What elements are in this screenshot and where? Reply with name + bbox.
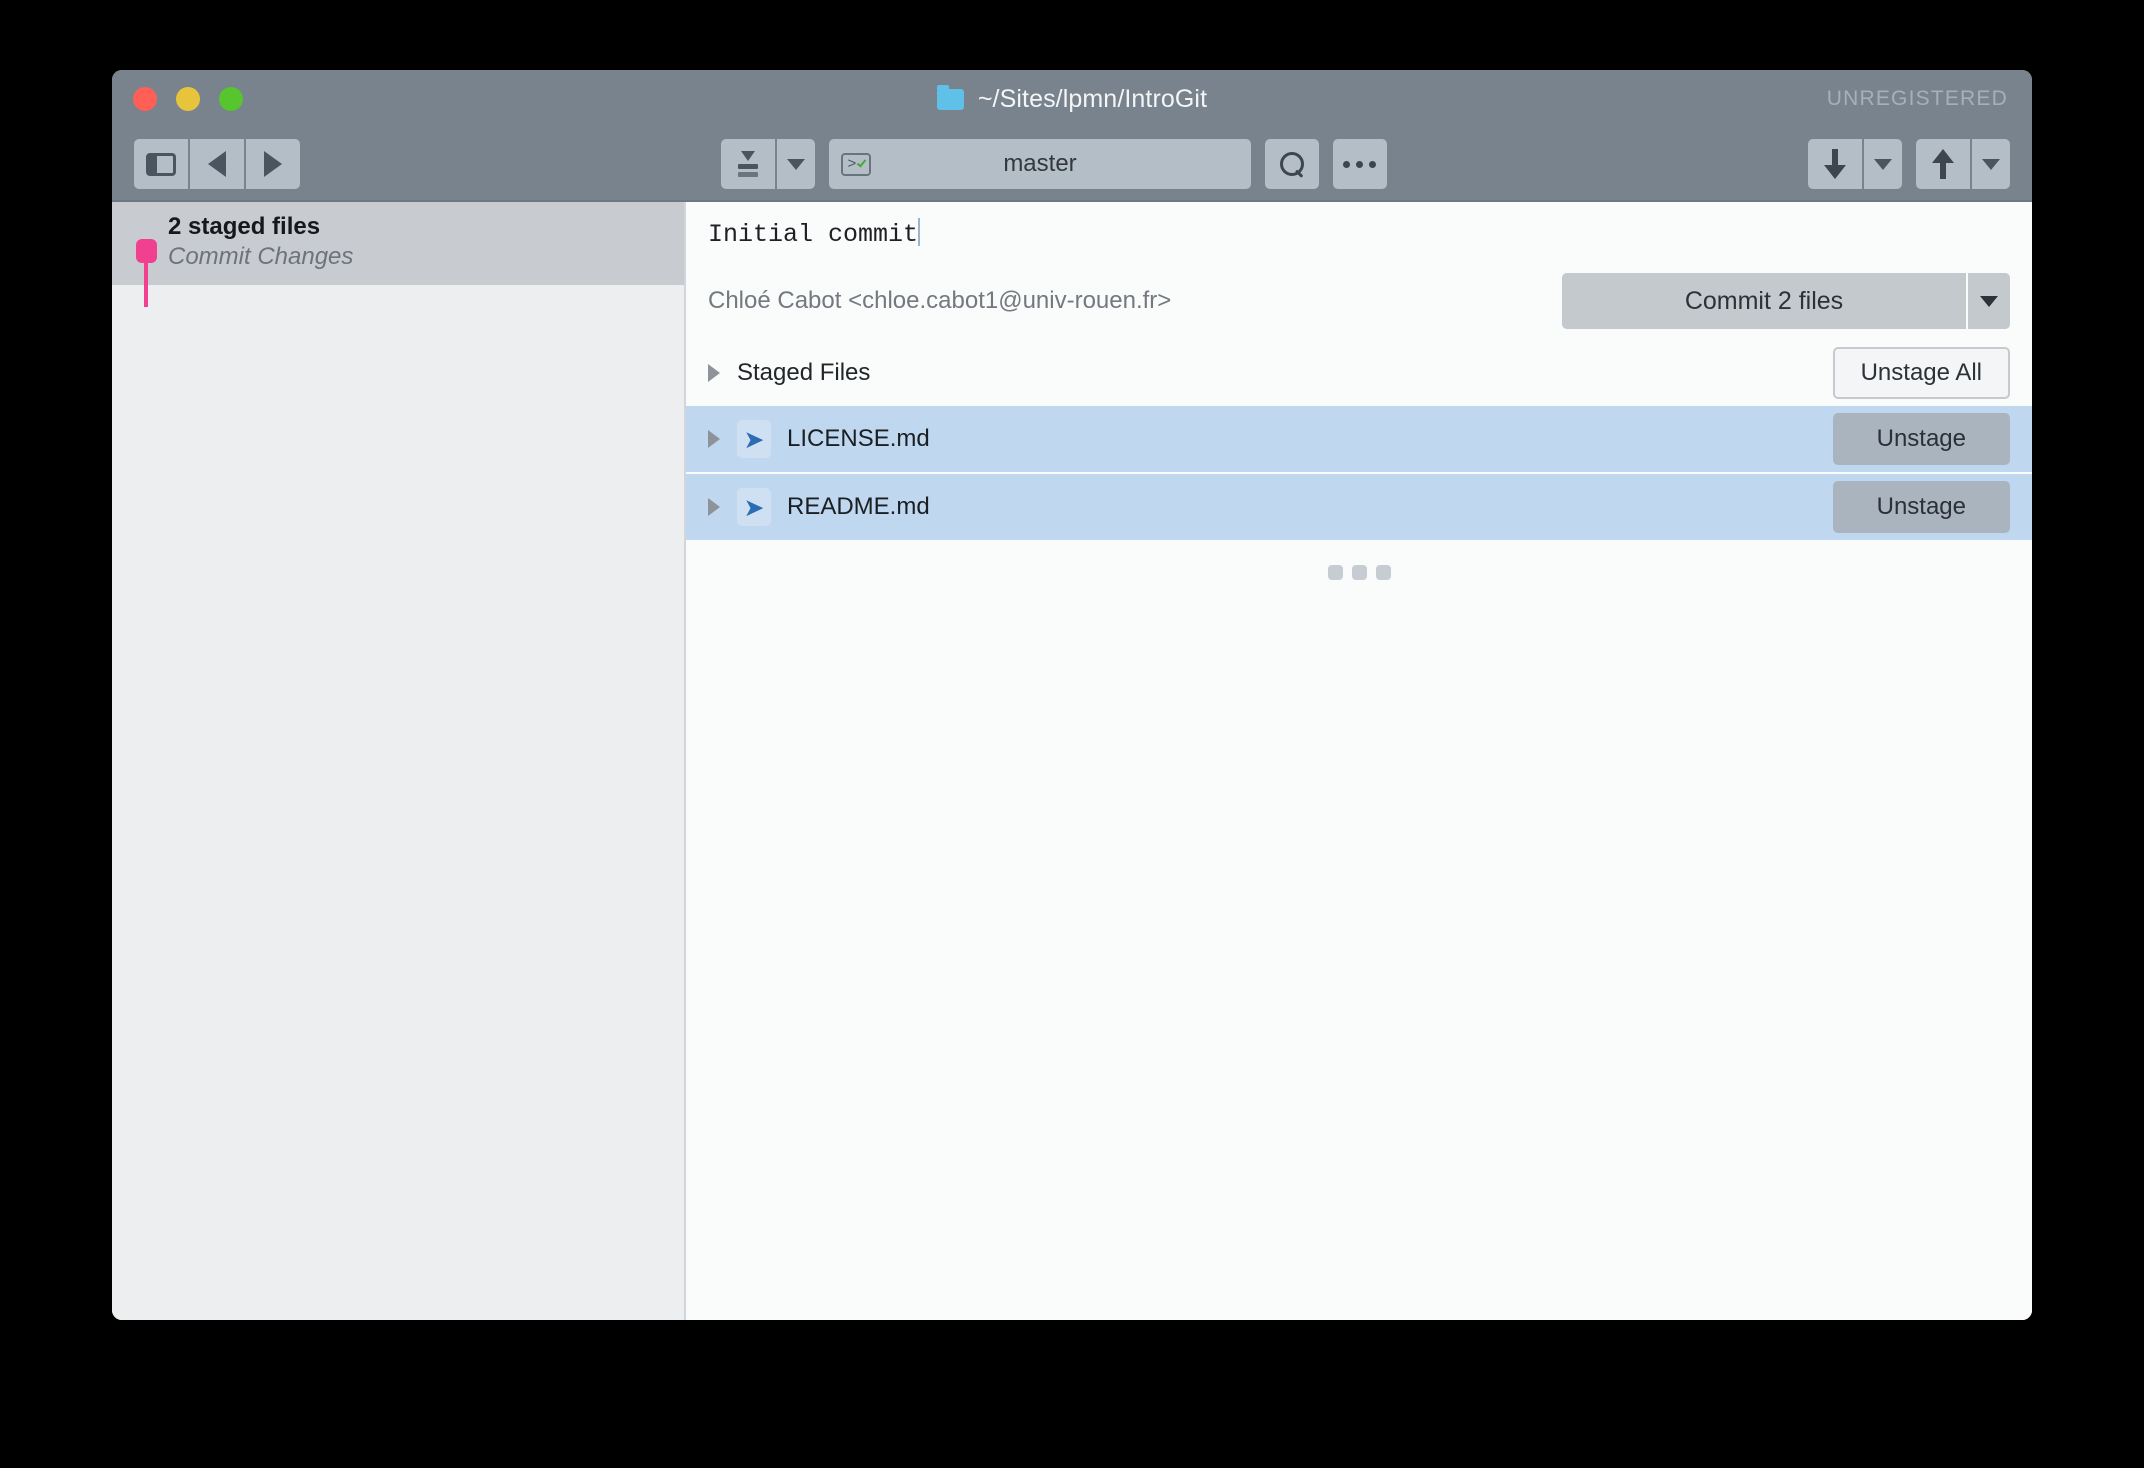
branch-name-label: master	[1003, 150, 1077, 177]
back-button[interactable]	[190, 139, 244, 189]
stash-button[interactable]	[721, 139, 776, 189]
search-icon	[1279, 152, 1304, 176]
commit-changes-label: Commit Changes	[168, 243, 354, 271]
chevron-down-icon	[1980, 295, 1998, 307]
more-options-button[interactable]	[1332, 139, 1387, 189]
new-file-chevron-icon: ➤	[737, 420, 771, 458]
minimize-button[interactable]	[176, 87, 200, 111]
close-button[interactable]	[133, 87, 157, 111]
sidebar-toggle-icon	[146, 152, 176, 176]
sidebar-item-commit-changes[interactable]: 2 staged files Commit Changes	[112, 202, 684, 307]
commit-message-text: Initial commit	[708, 220, 919, 249]
file-name-label: README.md	[787, 493, 930, 520]
commit-button[interactable]: Commit 2 files	[1562, 273, 1966, 329]
toolbar: > master	[112, 128, 2032, 202]
disclosure-triangle-icon[interactable]	[708, 364, 720, 382]
window-body: 2 staged files Commit Changes Initial co…	[112, 202, 2032, 1320]
commit-options-dropdown-button[interactable]	[1966, 273, 2010, 329]
staged-files-count-label: 2 staged files	[168, 213, 321, 240]
app-window: ~/Sites/lpmn/IntroGit UNREGISTERED > mas…	[112, 70, 2032, 1320]
window-title-group: ~/Sites/lpmn/IntroGit	[112, 84, 2032, 114]
chevron-down-icon	[787, 158, 806, 170]
sidebar-toggle-button[interactable]	[134, 139, 188, 189]
branch-field[interactable]: > master	[829, 139, 1251, 189]
stash-button-group	[721, 139, 816, 189]
author-row: Chloé Cabot <chloe.cabot1@univ-rouen.fr>…	[686, 262, 2032, 340]
table-row[interactable]: ➤ LICENSE.md Unstage	[686, 406, 2032, 474]
back-arrow-icon	[208, 151, 226, 177]
pull-button[interactable]	[1807, 139, 1862, 189]
unstage-button[interactable]: Unstage	[1832, 481, 2010, 533]
maximize-button[interactable]	[219, 87, 243, 111]
forward-arrow-icon	[264, 151, 282, 177]
traffic-lights	[133, 87, 243, 111]
table-row[interactable]: ➤ README.md Unstage	[686, 474, 2032, 542]
staged-files-title: Staged Files	[737, 359, 871, 386]
chevron-down-icon	[1873, 158, 1892, 170]
staged-files-header: Staged Files Unstage All	[686, 340, 2032, 406]
unstage-all-button[interactable]: Unstage All	[1832, 347, 2010, 399]
title-bar: ~/Sites/lpmn/IntroGit UNREGISTERED	[112, 70, 2032, 128]
search-button[interactable]	[1264, 139, 1319, 189]
stash-dropdown-button[interactable]	[777, 139, 816, 189]
push-up-arrow-icon	[1931, 149, 1954, 179]
license-status-label: UNREGISTERED	[1826, 87, 2008, 110]
terminal-check-icon: >	[841, 152, 872, 176]
push-button[interactable]	[1915, 139, 1970, 189]
push-button-group	[1915, 139, 2010, 189]
pull-button-group	[1807, 139, 1902, 189]
new-file-chevron-icon: ➤	[737, 488, 771, 526]
unstage-button[interactable]: Unstage	[1832, 413, 2010, 465]
graph-line	[144, 259, 148, 307]
resize-grip-icon[interactable]	[686, 542, 2032, 602]
disclosure-triangle-icon[interactable]	[708, 498, 720, 516]
commit-message-input[interactable]: Initial commit	[686, 202, 2032, 262]
chevron-down-icon	[1981, 158, 2000, 170]
pull-down-arrow-icon	[1823, 149, 1846, 179]
push-dropdown-button[interactable]	[1971, 139, 2010, 189]
commit-author-label: Chloé Cabot <chloe.cabot1@univ-rouen.fr>	[708, 287, 1172, 314]
pull-dropdown-button[interactable]	[1863, 139, 1902, 189]
disclosure-triangle-icon[interactable]	[708, 430, 720, 448]
diff-empty-area	[686, 602, 2032, 1320]
forward-button[interactable]	[246, 139, 300, 189]
text-cursor	[918, 218, 921, 246]
more-options-icon	[1343, 160, 1377, 168]
commit-button-group: Commit 2 files	[1562, 273, 2010, 329]
folder-icon	[936, 84, 964, 110]
file-name-label: LICENSE.md	[787, 425, 930, 452]
main-panel: Initial commit Chloé Cabot <chloe.cabot1…	[686, 202, 2032, 1320]
stash-icon	[734, 150, 762, 178]
navigation-button-group	[134, 139, 300, 189]
window-title: ~/Sites/lpmn/IntroGit	[977, 84, 1208, 113]
history-sidebar: 2 staged files Commit Changes	[112, 202, 686, 1320]
